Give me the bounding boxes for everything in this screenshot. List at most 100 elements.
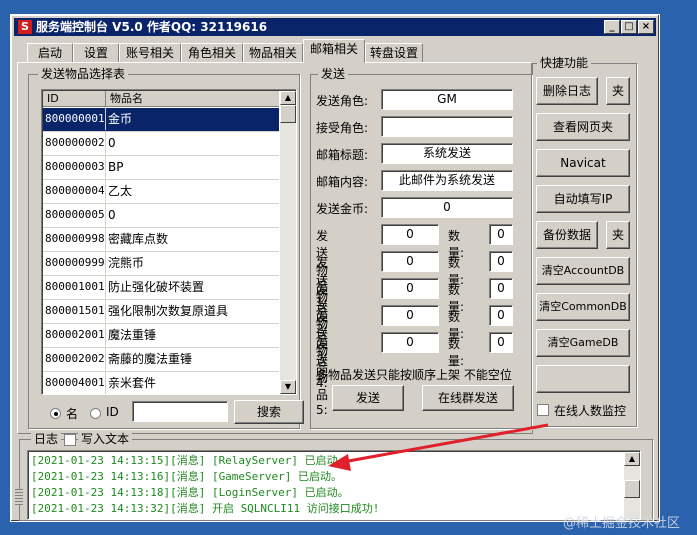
table-row[interactable]: 800000999 浣熊币 <box>43 252 279 276</box>
item-id-cell: 800002002 <box>45 352 105 365</box>
item-name-cell: 0 <box>105 204 278 226</box>
send-item-field[interactable]: 0 <box>381 332 439 353</box>
item-id-cell: 800001001 <box>45 280 105 293</box>
sender-label: 发送角色: <box>316 94 369 108</box>
item-id-cell: 800000003 <box>45 160 105 173</box>
table-row[interactable]: 800001501 强化限制次数复原道具 <box>43 300 279 324</box>
content-label: 邮箱内容: <box>316 175 369 189</box>
item-name-cell: 斋藤的魔法重锤 <box>105 348 278 370</box>
send-item-field[interactable]: 0 <box>381 251 439 272</box>
send-note: 多物品发送只能按顺序上架 不能空位 <box>316 368 512 382</box>
log-folder-button[interactable]: 夹 <box>606 77 630 105</box>
tab-items[interactable]: 物品相关 <box>243 43 303 62</box>
item-name-cell: 防止强化破坏装置 <box>105 276 278 298</box>
content-field[interactable]: 此邮件为系统发送 <box>381 170 513 191</box>
tab-wheel-settings[interactable]: 转盘设置 <box>365 43 423 62</box>
log-scrollbar[interactable]: ▲ <box>624 452 640 519</box>
backup-folder-button[interactable]: 夹 <box>606 221 630 249</box>
clear-commondb-button[interactable]: 清空CommonDB <box>536 293 630 321</box>
clear-accountdb-button[interactable]: 清空AccountDB <box>536 257 630 285</box>
table-row[interactable]: 800000001 金币 <box>43 108 279 132</box>
quick-functions-label: 快捷功能 <box>537 56 592 70</box>
resize-grip[interactable] <box>15 489 23 505</box>
online-monitor-label: 在线人数监控 <box>554 404 627 418</box>
table-row[interactable]: 800001001 防止强化破坏装置 <box>43 276 279 300</box>
quantity-field[interactable]: 0 <box>489 251 513 272</box>
tab-account[interactable]: 账号相关 <box>119 43 181 62</box>
tab-mailbox[interactable]: 邮箱相关 <box>303 39 365 63</box>
quantity-field[interactable]: 0 <box>489 332 513 353</box>
table-row[interactable]: 800002002 斋藤的魔法重锤 <box>43 348 279 372</box>
send-item-field[interactable]: 0 <box>381 224 439 245</box>
view-web-folder-button[interactable]: 查看网页夹 <box>536 113 630 141</box>
table-row[interactable]: 800000998 密藏库点数 <box>43 228 279 252</box>
subject-field[interactable]: 系统发送 <box>381 143 513 164</box>
item-name-cell: 魔法重锤 <box>105 324 278 346</box>
quantity-field[interactable]: 0 <box>489 278 513 299</box>
sender-field[interactable]: GM <box>381 89 513 110</box>
scroll-thumb[interactable] <box>280 105 296 123</box>
window-title: 服务端控制台 V5.0 作者QQ: 32119616 <box>36 20 268 34</box>
navicat-button[interactable]: Navicat <box>536 149 630 177</box>
minimize-button[interactable]: _ <box>604 20 620 34</box>
item-name-cell: 强化限制次数复原道具 <box>105 300 278 322</box>
log-scroll-up-button[interactable]: ▲ <box>624 452 640 466</box>
send-item-field[interactable]: 0 <box>381 305 439 326</box>
table-row[interactable]: 800002001 魔法重锤 <box>43 324 279 348</box>
scroll-up-button[interactable]: ▲ <box>280 91 296 105</box>
table-row[interactable]: 800000004 乙太 <box>43 180 279 204</box>
quantity-field[interactable]: 0 <box>489 224 513 245</box>
table-row[interactable]: 800000003 BP <box>43 156 279 180</box>
auto-fill-ip-button[interactable]: 自动填写IP <box>536 185 630 213</box>
log-lines: [2021-01-23 14:13:15][消息] [RelayServer] … <box>31 453 379 517</box>
blank-quick-button[interactable] <box>536 365 630 393</box>
tab-start[interactable]: 启动 <box>27 43 73 62</box>
item-id-cell: 800000999 <box>45 256 105 269</box>
radio-by-id[interactable] <box>90 408 101 419</box>
tab-character[interactable]: 角色相关 <box>181 43 243 62</box>
item-list-group-label: 发送物品选择表 <box>38 67 129 81</box>
write-text-checkbox[interactable] <box>64 434 76 446</box>
radio-by-name-label: 名 <box>66 407 79 421</box>
log-line: [2021-01-23 14:13:18][消息] [LoginServer] … <box>31 486 349 499</box>
search-button[interactable]: 搜索 <box>234 400 304 424</box>
item-name-cell: BP <box>105 156 278 178</box>
write-text-label: 写入文本 <box>78 432 133 446</box>
item-listview[interactable]: ID 物品名 800000001 金币 800000002 0 800000003 BP 8… <box>41 89 297 395</box>
online-monitor-checkbox[interactable] <box>537 404 549 416</box>
radio-by-name[interactable] <box>50 408 61 419</box>
col-id-header[interactable]: ID <box>47 91 59 107</box>
backup-data-button[interactable]: 备份数据 <box>536 221 598 249</box>
scroll-down-button[interactable]: ▼ <box>280 380 296 394</box>
send-item-field[interactable]: 0 <box>381 278 439 299</box>
table-row[interactable]: 800000002 0 <box>43 132 279 156</box>
log-textbox[interactable]: [2021-01-23 14:13:15][消息] [RelayServer] … <box>27 450 641 520</box>
item-name-cell: 密藏库点数 <box>105 228 278 250</box>
item-name-cell: 0 <box>105 132 278 154</box>
delete-log-button[interactable]: 删除日志 <box>536 77 598 105</box>
receiver-field[interactable] <box>381 116 513 137</box>
title-bar[interactable]: S 服务端控制台 V5.0 作者QQ: 32119616 _ □ × <box>14 18 656 36</box>
clear-gamedb-button[interactable]: 清空GameDB <box>536 329 630 357</box>
group-send-button[interactable]: 在线群发送 <box>422 385 514 411</box>
search-input[interactable] <box>132 401 228 422</box>
item-name-cell: 金币 <box>105 108 278 130</box>
maximize-button[interactable]: □ <box>621 20 637 34</box>
log-line: [2021-01-23 14:13:16][消息] [GameServer] 已… <box>31 470 343 483</box>
log-scroll-thumb[interactable] <box>624 480 640 498</box>
main-window: S 服务端控制台 V5.0 作者QQ: 32119616 _ □ × 启动 设置… <box>10 14 660 522</box>
item-id-cell: 800000998 <box>45 232 105 245</box>
mailbox-tab-panel: 发送物品选择表 ID 物品名 800000001 金币 800000002 0 8000… <box>17 62 533 434</box>
send-button[interactable]: 发送 <box>332 385 404 411</box>
tab-settings[interactable]: 设置 <box>73 43 119 62</box>
item-id-cell: 800000001 <box>45 112 105 125</box>
gold-field[interactable]: 0 <box>381 197 513 218</box>
table-row[interactable]: 800000005 0 <box>43 204 279 228</box>
col-name-header[interactable]: 物品名 <box>105 91 143 107</box>
table-row[interactable]: 800004001 亲米套件 <box>43 372 279 394</box>
close-button[interactable]: × <box>638 20 654 34</box>
listview-scrollbar[interactable]: ▲ ▼ <box>280 91 296 394</box>
radio-by-id-label: ID <box>106 405 119 419</box>
quantity-field[interactable]: 0 <box>489 305 513 326</box>
app-logo-icon: S <box>18 20 32 34</box>
